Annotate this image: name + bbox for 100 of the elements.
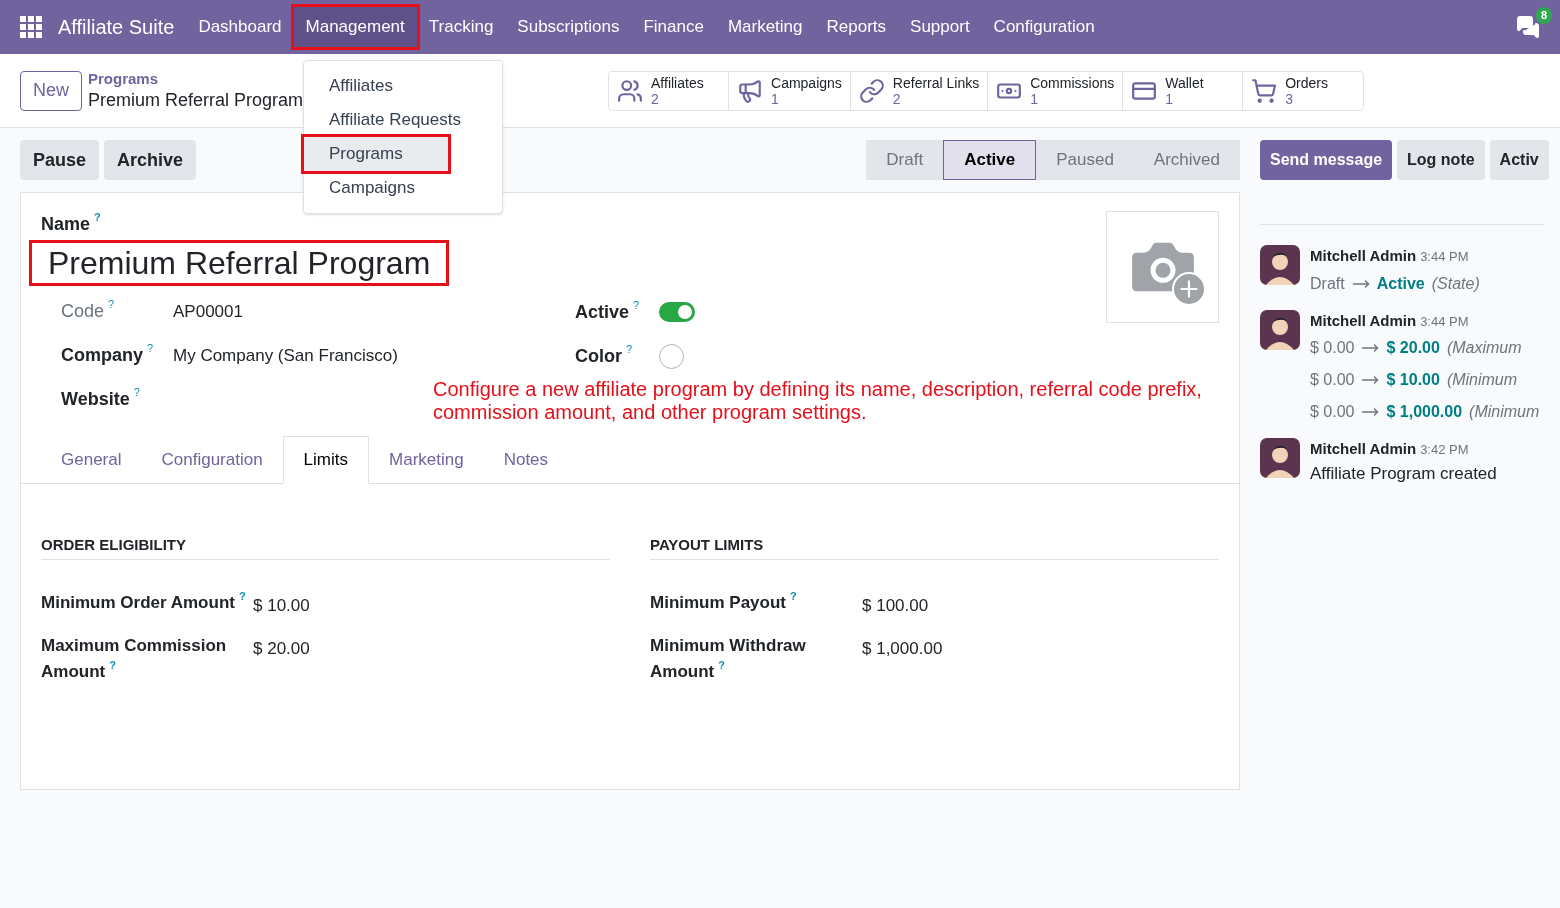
action-button[interactable]: Pause — [20, 140, 100, 180]
avatar-icon — [1260, 438, 1300, 478]
help-mark[interactable]: ? — [147, 342, 154, 354]
active-toggle[interactable] — [659, 302, 695, 322]
field-label: Name — [41, 213, 91, 236]
menu-item[interactable]: Management — [293, 7, 417, 47]
form-tab[interactable]: Marketing — [369, 436, 484, 484]
smart-button[interactable]: Commissions 1 — [988, 71, 1124, 110]
help-mark[interactable]: ? — [108, 298, 115, 310]
chat-icon[interactable] — [1516, 15, 1540, 39]
smart-button-count: 1 — [771, 90, 779, 107]
smart-button-label: Orders — [1285, 74, 1329, 91]
field-name: (Maximum — [1446, 338, 1522, 358]
menu-item[interactable]: Subscriptions — [505, 7, 632, 47]
field-label: Maximum Commission Amount ? — [41, 634, 228, 683]
breadcrumb-link[interactable]: Programs — [88, 69, 159, 89]
new-value: Active — [1376, 273, 1425, 294]
smart-button[interactable]: Referral Links 2 — [850, 71, 989, 110]
field-label: Color — [575, 344, 622, 368]
help-mark[interactable]: ? — [109, 658, 116, 671]
field-value[interactable]: $ 20.00 — [253, 632, 310, 685]
menu-item[interactable]: Finance — [631, 7, 716, 47]
help-mark[interactable]: ? — [718, 658, 725, 671]
smart-button[interactable]: Orders 3 — [1243, 71, 1364, 110]
message-author: Mitchell Admin — [1310, 246, 1417, 266]
help-mark[interactable]: ? — [94, 211, 101, 223]
message-time: 3:42 PM — [1420, 441, 1469, 459]
chatter-button[interactable]: Activ — [1489, 140, 1549, 180]
app-name[interactable]: Affiliate Suite — [58, 12, 175, 42]
help-mark[interactable]: ? — [626, 342, 633, 355]
smart-button[interactable]: Campaigns 1 — [729, 71, 851, 110]
smart-button-label: Wallet — [1165, 74, 1204, 91]
field-value[interactable]: AP00001 — [173, 299, 243, 325]
notification-badge: 8 — [1535, 7, 1552, 24]
field-value[interactable]: $ 10.00 — [253, 589, 310, 619]
old-value: $ 0.00 — [1310, 338, 1355, 358]
apps-grid-icon[interactable] — [20, 16, 42, 38]
message-time: 3:44 PM — [1420, 248, 1469, 266]
name-field[interactable]: Premium Referral Program — [29, 240, 450, 286]
help-mark[interactable]: ? — [133, 386, 140, 398]
megaphone-icon — [737, 77, 763, 104]
old-value: Draft — [1310, 273, 1345, 294]
field-value[interactable]: $ 100.00 — [862, 589, 929, 619]
field-label: Website — [61, 388, 130, 411]
status-step[interactable]: Paused — [1036, 140, 1134, 180]
field-name: (Minimum — [1469, 402, 1540, 422]
form-tab[interactable]: Limits — [282, 436, 369, 484]
image-placeholder[interactable] — [1106, 211, 1219, 323]
field-label: Minimum Payout ? — [650, 589, 798, 614]
section-title: PAYOUT LIMITS — [650, 534, 1219, 560]
dropdown-item[interactable]: Affiliates — [304, 69, 502, 103]
field-name: (Minimum — [1446, 370, 1518, 390]
dropdown-item[interactable]: Affiliate Requests — [304, 103, 502, 137]
smart-button[interactable]: Affiliates 2 — [609, 71, 729, 110]
smart-button-count: 2 — [892, 90, 902, 107]
form-tab[interactable]: Notes — [483, 436, 569, 484]
smart-button-label: Referral Links — [892, 74, 980, 91]
field-value[interactable]: My Company (San Francisco) — [173, 343, 398, 369]
menu-item[interactable]: Marketing — [715, 7, 815, 47]
help-mark[interactable]: ? — [633, 298, 640, 311]
help-mark[interactable]: ? — [238, 589, 246, 602]
dropdown-item[interactable]: Campaigns — [304, 171, 502, 205]
message-body: Affiliate Program created — [1310, 462, 1497, 485]
smart-button[interactable]: Wallet 1 — [1123, 71, 1244, 110]
smart-button-label: Campaigns — [771, 74, 842, 91]
new-value: $ 10.00 — [1386, 370, 1440, 390]
new-value: $ 20.00 — [1386, 338, 1440, 358]
form-tab[interactable]: Configuration — [141, 436, 283, 484]
field-label: Minimum Order Amount ? — [41, 589, 247, 614]
field-name: (State) — [1431, 273, 1480, 294]
link-icon — [858, 77, 885, 104]
record-title: Premium Referral Program — [88, 88, 305, 112]
new-button[interactable]: New — [20, 70, 82, 111]
status-step[interactable]: Archived — [1133, 140, 1240, 180]
avatar-icon — [1260, 309, 1300, 350]
annotation-text: Configure a new affiliate program by defining its name, description, referral code prefix, commission amount, and other program settings. — [433, 378, 1203, 424]
menu-item[interactable]: Configuration — [981, 7, 1107, 47]
status-step[interactable]: Draft — [866, 140, 944, 180]
field-value[interactable]: $ 1,000.00 — [862, 632, 943, 685]
smart-button-count: 3 — [1285, 90, 1295, 107]
menu-item[interactable]: Support — [898, 7, 982, 47]
new-value: $ 1,000.00 — [1386, 402, 1463, 422]
menu-item[interactable]: Dashboard — [186, 7, 294, 47]
action-button[interactable]: Archive — [104, 140, 197, 180]
smart-button-label: Commissions — [1030, 74, 1115, 91]
message-author: Mitchell Admin — [1310, 310, 1417, 331]
help-mark[interactable]: ? — [790, 589, 797, 602]
dropdown-item[interactable]: Programs — [304, 137, 448, 171]
field-label: Code — [61, 300, 105, 323]
field-label: Minimum Withdraw Amount ? — [650, 634, 807, 683]
form-tab[interactable]: General — [41, 436, 142, 484]
menu-item[interactable]: Reports — [814, 7, 899, 47]
smart-button-label: Affiliates — [651, 74, 704, 91]
message-time: 3:44 PM — [1420, 312, 1469, 331]
status-step[interactable]: Active — [943, 140, 1037, 180]
chatter-button[interactable]: Send message — [1260, 140, 1393, 180]
users-icon — [617, 77, 643, 104]
menu-item[interactable]: Tracking — [416, 7, 506, 47]
field-label: Active — [575, 300, 630, 324]
chatter-button[interactable]: Log note — [1397, 140, 1485, 180]
